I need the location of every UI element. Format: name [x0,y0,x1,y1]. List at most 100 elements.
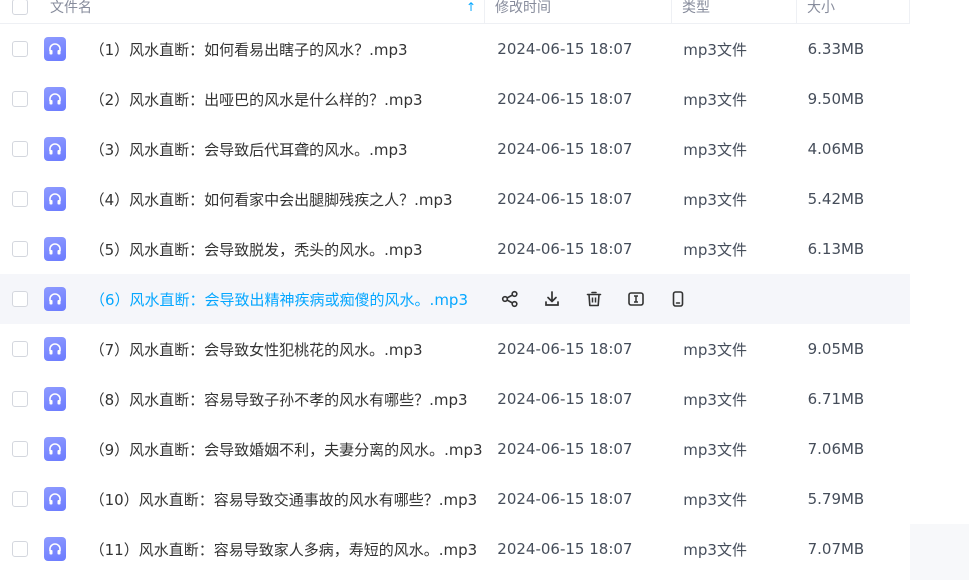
row-checkbox[interactable] [12,41,28,57]
audio-file-icon [43,237,66,261]
file-type: mp3文件 [683,40,747,59]
header-type[interactable]: 类型 [672,0,797,23]
delete-button[interactable] [584,289,604,309]
rename-button[interactable] [626,289,646,309]
sort-ascending-icon[interactable]: ↑ [466,0,476,14]
audio-file-icon [43,437,66,461]
row-checkbox[interactable] [12,341,28,357]
file-size: 6.71MB [807,390,865,408]
audio-file-icon [43,387,66,411]
rename-icon [628,292,644,306]
download-button[interactable] [542,289,562,309]
file-type: mp3文件 [683,440,747,459]
table-row[interactable]: （9）风水直断：会导致婚姻不利，夫妻分离的风水。.mp3 2024-06-15 … [0,424,910,474]
header-size-label: 大小 [807,0,835,16]
file-name[interactable]: （4）风水直断：如何看家中会出腿脚残疾之人？.mp3 [84,189,488,210]
header-size[interactable]: 大小 [797,0,910,23]
audio-file-icon [43,87,66,111]
table-row[interactable]: （10）风水直断：容易导致交通事故的风水有哪些？.mp3 2024-06-15 … [0,474,910,524]
file-name[interactable]: （9）风水直断：会导致婚姻不利，夫妻分离的风水。.mp3 [84,439,488,460]
file-rows: （1）风水直断：如何看易出瞎子的风水？.mp3 2024-06-15 18:07… [0,24,910,574]
row-checkbox[interactable] [12,91,28,107]
file-name[interactable]: （10）风水直断：容易导致交通事故的风水有哪些？.mp3 [84,489,488,510]
file-time: 2024-06-15 18:07 [497,390,633,408]
row-checkbox[interactable] [12,491,28,507]
table-row[interactable]: （2）风水直断：出哑巴的风水是什么样的？.mp3 2024-06-15 18:0… [0,74,910,124]
audio-file-icon [43,337,66,361]
file-time: 2024-06-15 18:07 [497,240,633,258]
header-name-label: 文件名 [50,0,92,16]
table-row[interactable]: （5）风水直断：会导致脱发，秃头的风水。.mp3 2024-06-15 18:0… [0,224,910,274]
right-gutter [910,0,969,24]
row-checkbox[interactable] [12,141,28,157]
file-type: mp3文件 [683,540,747,559]
row-checkbox[interactable] [12,191,28,207]
table-row-hovered[interactable]: （6）风水直断：会导致出精神疾病或痴傻的风水。.mp3 [0,274,910,324]
file-size: 5.79MB [807,490,865,508]
file-size: 6.33MB [807,40,865,58]
file-size: 9.05MB [807,340,865,358]
file-time: 2024-06-15 18:07 [497,540,633,558]
table-header: 文件名 ↑ 修改时间 类型 大小 [0,0,910,24]
file-size: 7.06MB [807,440,865,458]
file-name[interactable]: （7）风水直断：会导致女性犯桃花的风水。.mp3 [84,339,488,360]
row-checkbox[interactable] [12,241,28,257]
file-time: 2024-06-15 18:07 [497,190,633,208]
header-select-all[interactable] [0,0,40,23]
row-actions [490,289,688,309]
file-name[interactable]: （3）风水直断：会导致后代耳聋的风水。.mp3 [84,139,488,160]
file-name[interactable]: （1）风水直断：如何看易出瞎子的风水？.mp3 [84,39,488,60]
file-time: 2024-06-15 18:07 [497,490,633,508]
file-name[interactable]: （11）风水直断：容易导致家人多病，寿短的风水。.mp3 [84,539,488,560]
download-icon [545,291,559,306]
file-size: 4.06MB [807,140,865,158]
file-size: 6.13MB [807,240,865,258]
row-checkbox[interactable] [12,291,28,307]
audio-file-icon [43,487,66,511]
file-type: mp3文件 [683,490,747,509]
header-time[interactable]: 修改时间 [485,0,672,23]
table-row[interactable]: （8）风水直断：容易导致子孙不孝的风水有哪些？.mp3 2024-06-15 1… [0,374,910,424]
send-to-phone-button[interactable] [668,289,688,309]
audio-file-icon [43,187,66,211]
file-time: 2024-06-15 18:07 [497,140,633,158]
file-name[interactable]: （2）风水直断：出哑巴的风水是什么样的？.mp3 [84,89,488,110]
file-type: mp3文件 [683,190,747,209]
row-checkbox[interactable] [12,441,28,457]
table-row[interactable]: （3）风水直断：会导致后代耳聋的风水。.mp3 2024-06-15 18:07… [0,124,910,174]
file-size: 7.07MB [807,540,865,558]
header-name[interactable]: 文件名 ↑ [40,0,485,23]
file-time: 2024-06-15 18:07 [497,90,633,108]
audio-file-icon [43,37,66,61]
file-name[interactable]: （8）风水直断：容易导致子孙不孝的风水有哪些？.mp3 [84,389,488,410]
table-row[interactable]: （7）风水直断：会导致女性犯桃花的风水。.mp3 2024-06-15 18:0… [0,324,910,374]
file-name[interactable]: （6）风水直断：会导致出精神疾病或痴傻的风水。.mp3 [84,289,490,310]
audio-file-icon [43,537,66,561]
header-type-label: 类型 [682,0,710,16]
file-name[interactable]: （5）风水直断：会导致脱发，秃头的风水。.mp3 [84,239,488,260]
file-time: 2024-06-15 18:07 [497,440,633,458]
right-gutter-bottom [910,524,969,580]
row-checkbox[interactable] [12,391,28,407]
file-type: mp3文件 [683,90,747,109]
file-type: mp3文件 [683,240,747,259]
header-time-label: 修改时间 [495,0,551,16]
file-type: mp3文件 [683,390,747,409]
table-row[interactable]: （4）风水直断：如何看家中会出腿脚残疾之人？.mp3 2024-06-15 18… [0,174,910,224]
file-size: 9.50MB [807,90,865,108]
file-size: 5.42MB [807,190,865,208]
trash-icon [586,291,602,307]
audio-file-icon [44,287,66,311]
share-button[interactable] [500,289,520,309]
file-type: mp3文件 [683,140,747,159]
file-type: mp3文件 [683,340,747,359]
share-icon [501,290,518,308]
file-time: 2024-06-15 18:07 [497,40,633,58]
select-all-checkbox[interactable] [12,0,28,15]
audio-file-icon [43,137,66,161]
table-row[interactable]: （1）风水直断：如何看易出瞎子的风水？.mp3 2024-06-15 18:07… [0,24,910,74]
row-checkbox[interactable] [12,541,28,557]
phone-icon [672,291,684,307]
table-row[interactable]: （11）风水直断：容易导致家人多病，寿短的风水。.mp3 2024-06-15 … [0,524,910,574]
file-time: 2024-06-15 18:07 [497,340,633,358]
